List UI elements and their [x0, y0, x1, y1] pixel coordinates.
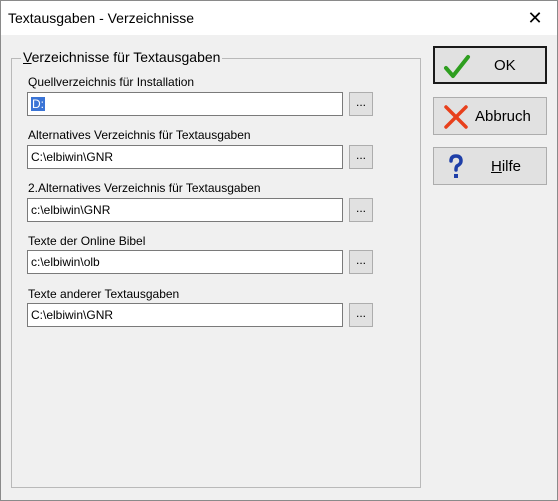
alt2-dir-browse-button[interactable]: ... [349, 198, 373, 222]
ok-button[interactable]: OK [433, 46, 547, 84]
source-dir-label: Quellverzeichnis für Installation [28, 75, 195, 89]
other-texts-label: Texte anderer Textausgaben [28, 287, 180, 301]
x-cross-icon [444, 105, 468, 129]
cancel-button[interactable]: Abbruch [433, 97, 547, 135]
close-button[interactable]: ✕ [513, 1, 557, 35]
alt2-dir-input[interactable]: c:\elbiwin\GNR [27, 198, 343, 222]
online-bible-browse-button[interactable]: ... [349, 250, 373, 274]
help-label: Hilfe [491, 157, 522, 175]
alt2-dir-label: 2.Alternatives Verzeichnis für Textausga… [28, 181, 261, 195]
other-texts-browse-button[interactable]: ... [349, 303, 373, 327]
source-dir-browse-button[interactable]: ... [349, 92, 373, 116]
ok-label: OK [494, 56, 516, 74]
dialog-window: Textausgaben - Verzeichnisse ✕ Verzeichn… [0, 0, 558, 501]
group-title: Verzeichnisse für Textausgaben [21, 49, 223, 65]
selected-text: D: [31, 97, 45, 111]
alt-dir-label: Alternatives Verzeichnis für Textausgabe… [28, 128, 251, 142]
online-bible-label: Texte der Online Bibel [28, 234, 146, 248]
alt-dir-input[interactable]: C:\elbiwin\GNR [27, 145, 343, 169]
source-dir-input[interactable]: D: [27, 92, 343, 116]
title-bar: Textausgaben - Verzeichnisse ✕ [1, 1, 557, 35]
online-bible-input[interactable]: c:\elbiwin\olb [27, 250, 343, 274]
question-mark-icon [449, 154, 463, 178]
alt-dir-browse-button[interactable]: ... [349, 145, 373, 169]
window-title: Textausgaben - Verzeichnisse [8, 10, 194, 26]
help-button[interactable]: Hilfe [433, 147, 547, 185]
close-icon: ✕ [527, 7, 543, 28]
other-texts-input[interactable]: C:\elbiwin\GNR [27, 303, 343, 327]
checkmark-icon [444, 55, 470, 78]
cancel-label: Abbruch [475, 107, 531, 125]
